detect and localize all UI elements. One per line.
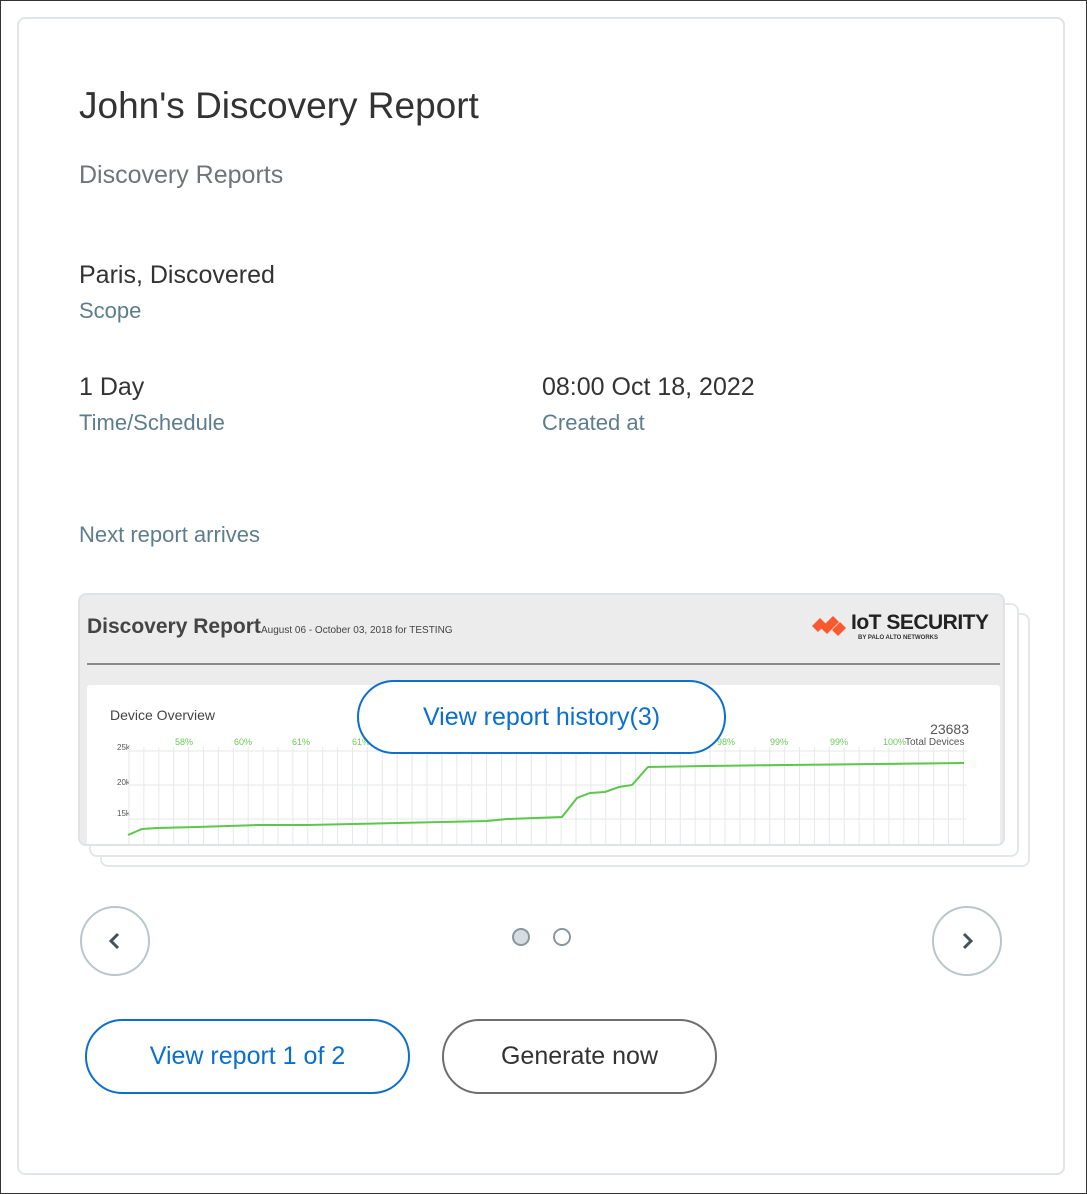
schedule-value: 1 Day — [79, 373, 145, 401]
schedule-label: Time/Schedule — [79, 410, 225, 435]
carousel-dot[interactable] — [553, 928, 571, 946]
chevron-left-icon — [108, 932, 120, 950]
preview-heading: Discovery Report — [87, 615, 261, 638]
view-report-history-button[interactable]: View report history(3) — [357, 680, 726, 754]
carousel-dot-active[interactable] — [512, 928, 530, 946]
created-label: Created at — [542, 410, 645, 435]
report-type: Discovery Reports — [79, 161, 284, 189]
scope-label: Scope — [79, 298, 142, 323]
chevron-right-icon — [962, 932, 974, 950]
created-value: 08:00 Oct 18, 2022 — [542, 373, 755, 401]
preview-logo-text: IoT SECURITY — [851, 611, 989, 634]
view-report-button[interactable]: View report 1 of 2 — [85, 1019, 410, 1094]
preview-logo-subtext: BY PALO ALTO NETWORKS — [858, 635, 939, 641]
carousel-prev-button[interactable] — [80, 906, 150, 976]
generate-now-button[interactable]: Generate now — [442, 1019, 717, 1094]
scope-value: Paris, Discovered — [79, 261, 275, 289]
palo-alto-logo-icon — [812, 613, 846, 639]
carousel-next-button[interactable] — [932, 906, 1002, 976]
next-report-label: Next report arrives — [79, 522, 260, 547]
preview-divider — [87, 663, 1000, 665]
preview-date-range: August 06 - October 03, 2018 for TESTING — [261, 625, 453, 636]
report-title: John's Discovery Report — [79, 85, 479, 126]
